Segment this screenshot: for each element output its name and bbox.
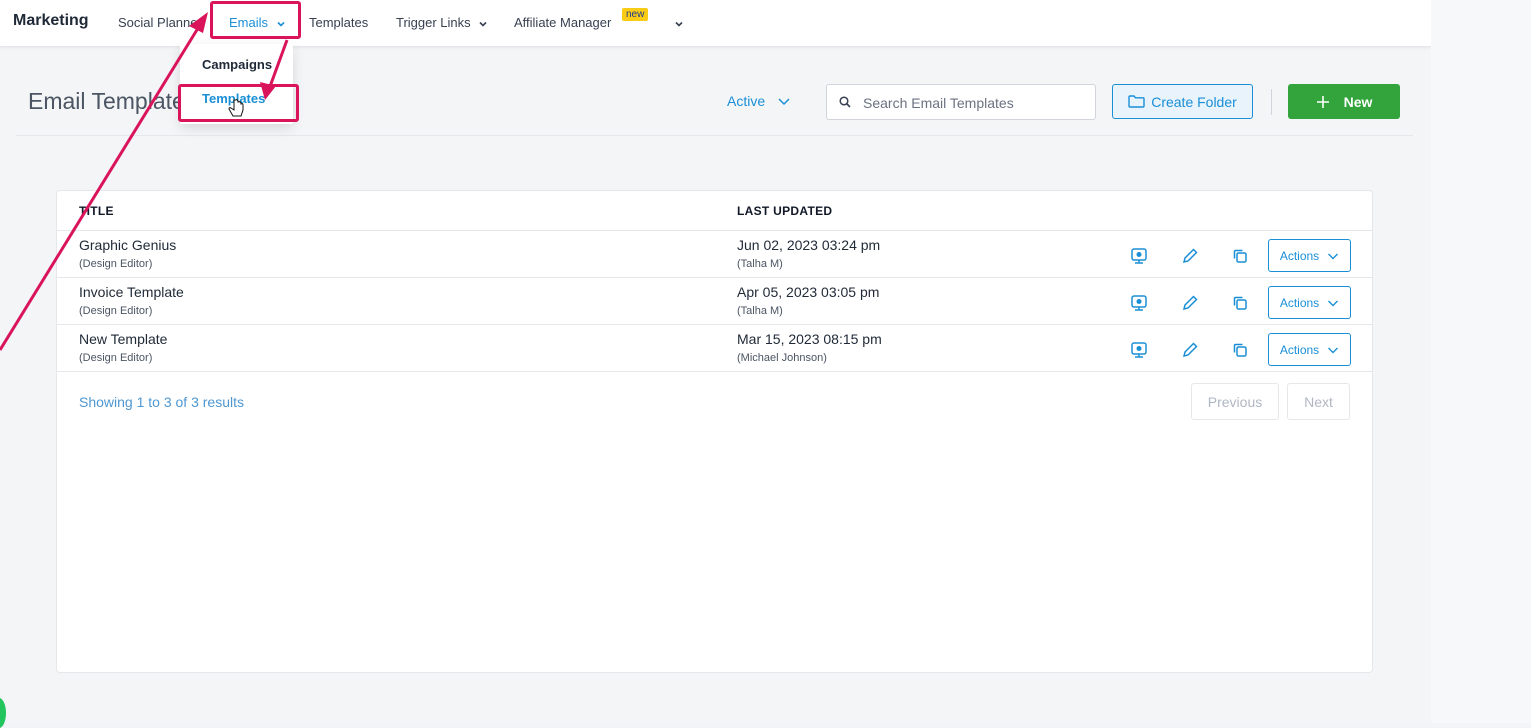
create-folder-button[interactable]: Create Folder [1112,84,1253,119]
header-separator [1271,89,1272,115]
new-button-label: New [1343,93,1373,110]
next-page-button[interactable]: Next [1287,383,1350,420]
status-filter-value: Active [727,93,766,109]
last-updated-date: Jun 02, 2023 03:24 pm [737,237,881,253]
chevron-down-icon [778,98,790,106]
copy-icon[interactable] [1231,294,1249,312]
folder-icon [1128,95,1145,108]
new-badge: new [622,8,649,21]
actions-dropdown-button[interactable]: Actions [1268,333,1351,366]
status-filter-select[interactable]: Active [727,93,791,109]
chevron-down-icon [479,21,487,27]
new-template-button[interactable]: New [1288,84,1400,119]
copy-icon[interactable] [1231,341,1249,359]
column-header-last-updated: LAST UPDATED [737,204,833,218]
actions-label: Actions [1279,342,1320,357]
copy-icon[interactable] [1231,247,1249,265]
table-row[interactable]: Invoice Template (Design Editor) Apr 05,… [57,277,1372,325]
nav-social-planner[interactable]: Social Planner [118,15,202,30]
create-folder-label: Create Folder [1151,93,1237,110]
status-dot [0,698,6,728]
template-title[interactable]: Graphic Genius [79,237,176,253]
header-divider [16,135,1413,136]
search-icon [839,96,851,108]
preview-icon[interactable] [1130,247,1148,265]
brand-title: Marketing [13,12,89,29]
last-updated-author: (Talha M) [737,258,783,270]
template-editor: (Design Editor) [79,352,153,364]
right-side-panel [1431,0,1531,723]
column-header-title: TITLE [79,204,114,218]
plus-icon [1316,95,1329,108]
actions-dropdown-button[interactable]: Actions [1268,286,1351,319]
last-updated-date: Mar 15, 2023 08:15 pm [737,331,882,347]
nav-affiliate-manager[interactable]: Affiliate Manager [514,15,611,30]
search-box[interactable] [826,84,1096,120]
pencil-icon[interactable] [1181,341,1199,359]
pencil-icon[interactable] [1181,247,1199,265]
app-main: Marketing Social Planner Emails Template… [0,0,1431,728]
template-title[interactable]: Invoice Template [79,284,184,300]
previous-page-button[interactable]: Previous [1191,383,1279,420]
results-summary: Showing 1 to 3 of 3 results [79,394,244,410]
pencil-icon[interactable] [1181,294,1199,312]
nav-trigger-links-label: Trigger Links [396,15,471,30]
last-updated-author: (Talha M) [737,305,783,317]
template-title[interactable]: New Template [79,331,167,347]
template-editor: (Design Editor) [79,258,153,270]
last-updated-author: (Michael Johnson) [737,352,827,364]
last-updated-date: Apr 05, 2023 03:05 pm [737,284,880,300]
nav-templates[interactable]: Templates [309,15,368,30]
nav-trigger-links[interactable]: Trigger Links [396,15,488,30]
annotation-highlight-emails [210,1,301,39]
table-row[interactable]: New Template (Design Editor) Mar 15, 202… [57,324,1372,372]
page-title: Email Templates [28,88,197,114]
nav-more-dropdown[interactable] [670,15,684,30]
chevron-down-icon [1328,300,1339,306]
actions-label: Actions [1279,248,1320,263]
chevron-down-icon [675,21,683,27]
actions-label: Actions [1279,295,1320,310]
table-row[interactable]: Graphic Genius (Design Editor) Jun 02, 2… [57,230,1372,278]
template-editor: (Design Editor) [79,305,153,317]
dropdown-item-campaigns[interactable]: Campaigns [202,57,272,72]
table-footer-divider [57,371,1372,372]
templates-table: TITLE LAST UPDATED Graphic Genius (Desig… [56,190,1373,673]
actions-dropdown-button[interactable]: Actions [1268,239,1351,272]
annotation-highlight-templates [178,84,299,122]
chevron-down-icon [1328,253,1339,259]
search-input[interactable] [861,91,1090,115]
preview-icon[interactable] [1130,294,1148,312]
preview-icon[interactable] [1130,341,1148,359]
chevron-down-icon [1328,347,1339,353]
